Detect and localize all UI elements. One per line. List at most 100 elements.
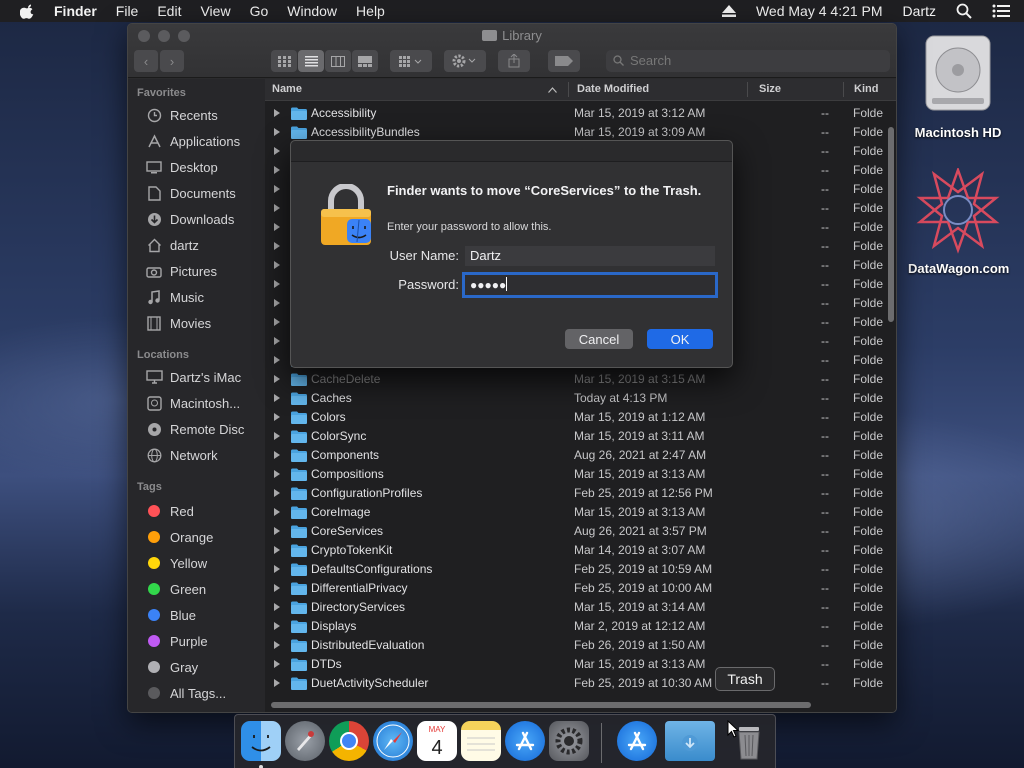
disclosure-triangle-icon[interactable] (274, 128, 280, 136)
sort-ascending-icon[interactable] (548, 87, 557, 93)
disclosure-triangle-icon[interactable] (274, 147, 280, 155)
disclosure-triangle-icon[interactable] (274, 337, 280, 345)
disclosure-triangle-icon[interactable] (274, 356, 280, 364)
menu-help[interactable]: Help (356, 3, 385, 19)
table-row[interactable]: CacheDelete Mar 15, 2019 at 3:15 AM -- Fold… (265, 370, 884, 389)
sidebar-item-dartz[interactable]: dartz (145, 235, 199, 255)
sidebar-item-movies[interactable]: Movies (145, 313, 211, 333)
disclosure-triangle-icon[interactable] (274, 242, 280, 250)
list-view-button[interactable] (298, 50, 324, 72)
disclosure-triangle-icon[interactable] (274, 584, 280, 592)
sidebar-tag-2[interactable]: Yellow (145, 553, 207, 573)
gallery-view-button[interactable] (352, 50, 378, 72)
ok-button[interactable]: OK (647, 329, 713, 349)
forward-button[interactable]: › (160, 50, 184, 72)
finder-icon[interactable] (241, 721, 281, 761)
table-row[interactable]: Compositions Mar 15, 2019 at 3:13 AM -- Fol… (265, 465, 884, 484)
menu-go[interactable]: Go (250, 3, 269, 19)
menu-file[interactable]: File (116, 3, 139, 19)
column-kind-header[interactable]: Kind (854, 83, 878, 95)
table-row[interactable]: Displays Mar 2, 2019 at 12:12 AM -- Folde (265, 617, 884, 636)
group-by-button[interactable] (390, 50, 432, 72)
window-titlebar[interactable]: Library ‹ › Search (128, 24, 896, 78)
action-button[interactable] (444, 50, 486, 72)
sidebar-tag-6[interactable]: Gray (145, 657, 198, 677)
disclosure-triangle-icon[interactable] (274, 375, 280, 383)
password-field[interactable]: ●●●●● (462, 272, 718, 298)
table-row[interactable]: Accessibility Mar 15, 2019 at 3:12 AM -- Fo… (265, 104, 884, 123)
notification-center-icon[interactable] (992, 4, 1010, 18)
desktop-icon-datawagon[interactable]: DataWagon.com (908, 166, 1009, 276)
vertical-scrollbar[interactable] (888, 127, 894, 322)
sidebar-item-downloads[interactable]: Downloads (145, 209, 234, 229)
disclosure-triangle-icon[interactable] (274, 679, 280, 687)
sidebar-tag-3[interactable]: Green (145, 579, 206, 599)
disclosure-triangle-icon[interactable] (274, 641, 280, 649)
sidebar-location-3[interactable]: Network (145, 445, 218, 465)
icon-view-button[interactable] (271, 50, 297, 72)
disclosure-triangle-icon[interactable] (274, 261, 280, 269)
sidebar-location-2[interactable]: Remote Disc (145, 419, 244, 439)
sidebar-tag-7[interactable]: All Tags... (145, 683, 226, 703)
safari-icon[interactable] (373, 721, 413, 761)
sidebar-item-music[interactable]: Music (145, 287, 204, 307)
sidebar-item-documents[interactable]: Documents (145, 183, 236, 203)
spotlight-search-icon[interactable] (956, 3, 972, 19)
disclosure-triangle-icon[interactable] (274, 565, 280, 573)
system-preferences-icon[interactable] (549, 721, 589, 761)
disclosure-triangle-icon[interactable] (274, 489, 280, 497)
edit-tags-button[interactable] (548, 50, 580, 72)
calendar-icon[interactable]: MAY 4 (417, 721, 457, 761)
disclosure-triangle-icon[interactable] (274, 508, 280, 516)
disclosure-triangle-icon[interactable] (274, 451, 280, 459)
app-store-icon[interactable] (505, 721, 545, 761)
table-row[interactable]: DuetActivityScheduler Feb 25, 2019 at 10:… (265, 674, 884, 693)
disclosure-triangle-icon[interactable] (274, 223, 280, 231)
cancel-button[interactable]: Cancel (565, 329, 633, 349)
table-row[interactable]: Components Aug 26, 2021 at 2:47 AM -- Folde (265, 446, 884, 465)
launchpad-icon[interactable] (285, 721, 325, 761)
menu-edit[interactable]: Edit (157, 3, 181, 19)
column-name-header[interactable]: Name (272, 83, 302, 95)
table-row[interactable]: DistributedEvaluation Feb 26, 2019 at 1:5… (265, 636, 884, 655)
username-field[interactable]: Dartz (465, 246, 715, 266)
table-row[interactable]: CryptoTokenKit Mar 14, 2019 at 3:07 AM -- F… (265, 541, 884, 560)
sidebar-item-pictures[interactable]: Pictures (145, 261, 217, 281)
menu-finder[interactable]: Finder (54, 3, 97, 19)
table-row[interactable]: DifferentialPrivacy Feb 25, 2019 at 10:00… (265, 579, 884, 598)
disclosure-triangle-icon[interactable] (274, 470, 280, 478)
disclosure-triangle-icon[interactable] (274, 109, 280, 117)
table-row[interactable]: DefaultsConfigurations Feb 25, 2019 at 10… (265, 560, 884, 579)
table-row[interactable]: CoreServices Aug 26, 2021 at 3:57 PM -- Fol… (265, 522, 884, 541)
horizontal-scrollbar[interactable] (271, 702, 811, 708)
sidebar-tag-4[interactable]: Blue (145, 605, 196, 625)
disclosure-triangle-icon[interactable] (274, 204, 280, 212)
disclosure-triangle-icon[interactable] (274, 299, 280, 307)
table-row[interactable]: DirectoryServices Mar 15, 2019 at 3:14 AM… (265, 598, 884, 617)
share-button[interactable] (498, 50, 530, 72)
table-row[interactable]: DTDs Mar 15, 2019 at 3:13 AM -- Folde (265, 655, 884, 674)
disclosure-triangle-icon[interactable] (274, 546, 280, 554)
desktop-icon-macintosh-hd[interactable]: Macintosh HD (908, 32, 1008, 140)
disclosure-triangle-icon[interactable] (274, 603, 280, 611)
chrome-icon[interactable] (329, 721, 369, 761)
sidebar-location-0[interactable]: Dartz's iMac (145, 367, 241, 387)
table-row[interactable]: ConfigurationProfiles Feb 25, 2019 at 12:… (265, 484, 884, 503)
disclosure-triangle-icon[interactable] (274, 660, 280, 668)
sidebar-tag-5[interactable]: Purple (145, 631, 208, 651)
disclosure-triangle-icon[interactable] (274, 394, 280, 402)
back-button[interactable]: ‹ (134, 50, 158, 72)
disclosure-triangle-icon[interactable] (274, 166, 280, 174)
notes-icon[interactable] (461, 721, 501, 761)
eject-icon[interactable] (721, 5, 736, 17)
column-date-header[interactable]: Date Modified (577, 83, 649, 95)
sidebar-tag-1[interactable]: Orange (145, 527, 213, 547)
apple-logo-icon[interactable] (20, 3, 36, 19)
disclosure-triangle-icon[interactable] (274, 280, 280, 288)
disclosure-triangle-icon[interactable] (274, 432, 280, 440)
table-row[interactable]: CoreImage Mar 15, 2019 at 3:13 AM -- Folde (265, 503, 884, 522)
menubar-clock[interactable]: Wed May 4 4:21 PM (756, 3, 883, 19)
menubar-user[interactable]: Dartz (903, 3, 936, 19)
table-row[interactable]: Caches Today at 4:13 PM -- Folde (265, 389, 884, 408)
menu-view[interactable]: View (200, 3, 230, 19)
